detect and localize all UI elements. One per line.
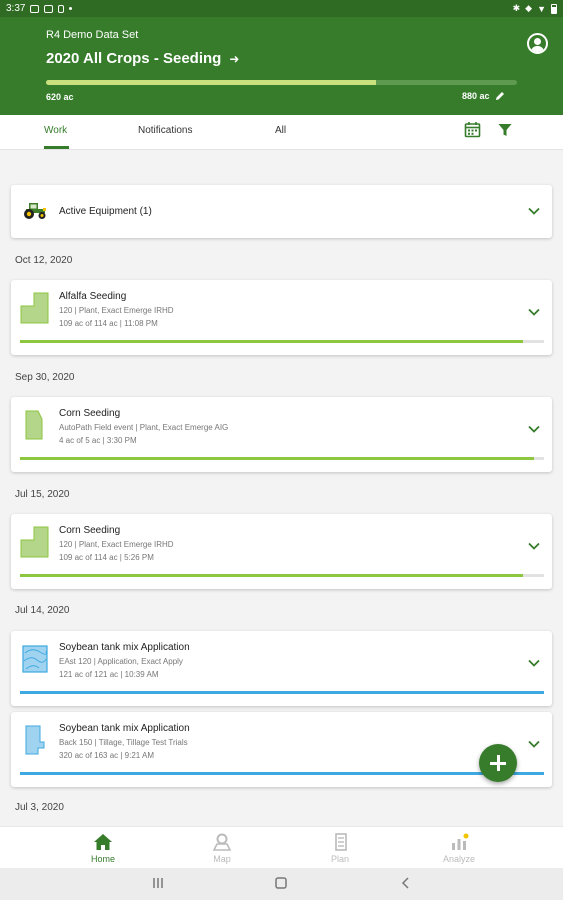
recent-apps-icon[interactable] (152, 877, 164, 889)
operation-name: Soybean tank mix Application (59, 642, 190, 653)
account-icon[interactable] (527, 33, 548, 54)
tab-bar: Work Notifications All (0, 115, 563, 150)
active-equipment-label: Active Equipment (1) (59, 206, 152, 217)
chevron-down-icon[interactable] (528, 308, 540, 316)
home-button-icon[interactable] (275, 877, 287, 889)
map-pin-icon (212, 833, 232, 851)
back-icon[interactable] (400, 877, 412, 889)
more-notifications-icon (69, 7, 73, 10)
calendar-icon[interactable] (464, 121, 481, 138)
group-date: Jul 3, 2020 (15, 802, 64, 813)
operation-progress-bar (20, 691, 544, 694)
operation-detail: 120 | Plant, Exact Emerge IRHD (59, 306, 174, 315)
bluetooth-icon: ✱ (512, 3, 521, 13)
chevron-down-icon[interactable] (528, 207, 540, 215)
group-date: Sep 30, 2020 (15, 372, 75, 383)
operation-progress-text: 109 ac of 114 ac | 11:08 PM (59, 319, 158, 328)
operation-card[interactable]: Alfalfa Seeding 120 | Plant, Exact Emerg… (11, 280, 552, 355)
nav-home-label: Home (90, 854, 115, 864)
notification-icon (44, 4, 54, 13)
operation-detail: AutoPath Field event | Plant, Exact Emer… (59, 423, 229, 432)
field-boundary-icon (25, 410, 43, 440)
nav-map-label: Map (213, 854, 231, 864)
operation-card[interactable]: Corn Seeding 120 | Plant, Exact Emerge I… (11, 514, 552, 589)
page-title: 2020 All Crops - Seeding (46, 50, 222, 67)
operation-progress-bar (20, 457, 544, 460)
group-date: Jul 14, 2020 (15, 605, 70, 616)
nav-map[interactable]: Map (192, 833, 252, 864)
tractor-icon (24, 203, 46, 219)
tab-all[interactable]: All (275, 125, 286, 136)
field-boundary-icon (20, 292, 49, 324)
status-bar: 3:37 ✱ ◆ ▼ (0, 0, 563, 17)
nav-analyze[interactable]: Analyze (429, 833, 489, 864)
operation-card[interactable]: Soybean tank mix Application Back 150 | … (11, 712, 552, 787)
chevron-down-icon[interactable] (528, 740, 540, 748)
operation-name: Corn Seeding (59, 408, 121, 419)
notification-icon (30, 4, 40, 13)
completed-acres: 620 ac (46, 92, 74, 102)
group-date: Jul 15, 2020 (15, 489, 70, 500)
crop-season-selector[interactable]: 2020 All Crops - Seeding ➜ (46, 50, 239, 67)
clipboard-icon (335, 833, 347, 851)
chevron-down-icon[interactable] (528, 425, 540, 433)
home-icon (94, 834, 112, 850)
operation-name: Soybean tank mix Application (59, 723, 190, 734)
operation-detail: Back 150 | Tillage, Tillage Test Trials (59, 738, 188, 747)
bottom-navigation: Home Map Plan Analyze (0, 826, 563, 868)
dataset-name: R4 Demo Data Set (46, 29, 139, 41)
total-acres: 880 ac (462, 91, 490, 101)
nav-analyze-label: Analyze (442, 854, 476, 864)
operation-name: Alfalfa Seeding (59, 291, 127, 302)
operation-card[interactable]: Soybean tank mix Application EAst 120 | … (11, 631, 552, 706)
tab-notifications[interactable]: Notifications (138, 125, 192, 136)
operation-progress-text: 121 ac of 121 ac | 10:39 AM (59, 670, 159, 679)
nav-home[interactable]: Home (73, 833, 133, 864)
operation-progress-text: 109 ac of 114 ac | 5:26 PM (59, 553, 154, 562)
active-equipment-card[interactable]: Active Equipment (1) (11, 185, 552, 238)
wifi-icon: ▼ (537, 3, 546, 14)
status-time: 3:37 (6, 3, 26, 14)
operation-progress-text: 4 ac of 5 ac | 3:30 PM (59, 436, 137, 445)
operation-progress-bar (20, 574, 544, 577)
location-icon: ◆ (525, 3, 533, 13)
arrow-right-icon: ➜ (229, 51, 240, 66)
operation-progress-bar (20, 340, 544, 343)
filter-icon[interactable] (498, 123, 512, 137)
field-boundary-icon (20, 526, 49, 558)
field-boundary-icon (25, 725, 45, 755)
tab-work[interactable]: Work (44, 125, 67, 136)
sim-icon (58, 4, 65, 13)
operation-detail: EAst 120 | Application, Exact Apply (59, 657, 183, 666)
group-date: Oct 12, 2020 (15, 255, 73, 266)
pencil-icon (495, 92, 504, 100)
chevron-down-icon[interactable] (528, 659, 540, 667)
chevron-down-icon[interactable] (528, 542, 540, 550)
operation-detail: 120 | Plant, Exact Emerge IRHD (59, 540, 174, 549)
add-operation-button[interactable] (479, 744, 517, 782)
system-navigation-bar (0, 868, 563, 900)
nav-plan[interactable]: Plan (310, 833, 370, 864)
operation-card[interactable]: Corn Seeding AutoPath Field event | Plan… (11, 397, 552, 472)
season-progress-bar (46, 80, 517, 85)
operation-progress-text: 320 ac of 163 ac | 9:21 AM (59, 751, 155, 760)
nav-plan-label: Plan (330, 854, 349, 864)
total-acres-edit[interactable]: 880 ac (462, 91, 505, 101)
operation-name: Corn Seeding (59, 525, 121, 536)
active-tab-indicator (44, 146, 69, 149)
battery-icon (551, 3, 557, 14)
operation-progress-bar (20, 772, 544, 775)
bar-chart-icon (452, 833, 469, 850)
app-header: R4 Demo Data Set 2020 All Crops - Seedin… (0, 17, 563, 115)
field-boundary-icon (22, 645, 48, 673)
